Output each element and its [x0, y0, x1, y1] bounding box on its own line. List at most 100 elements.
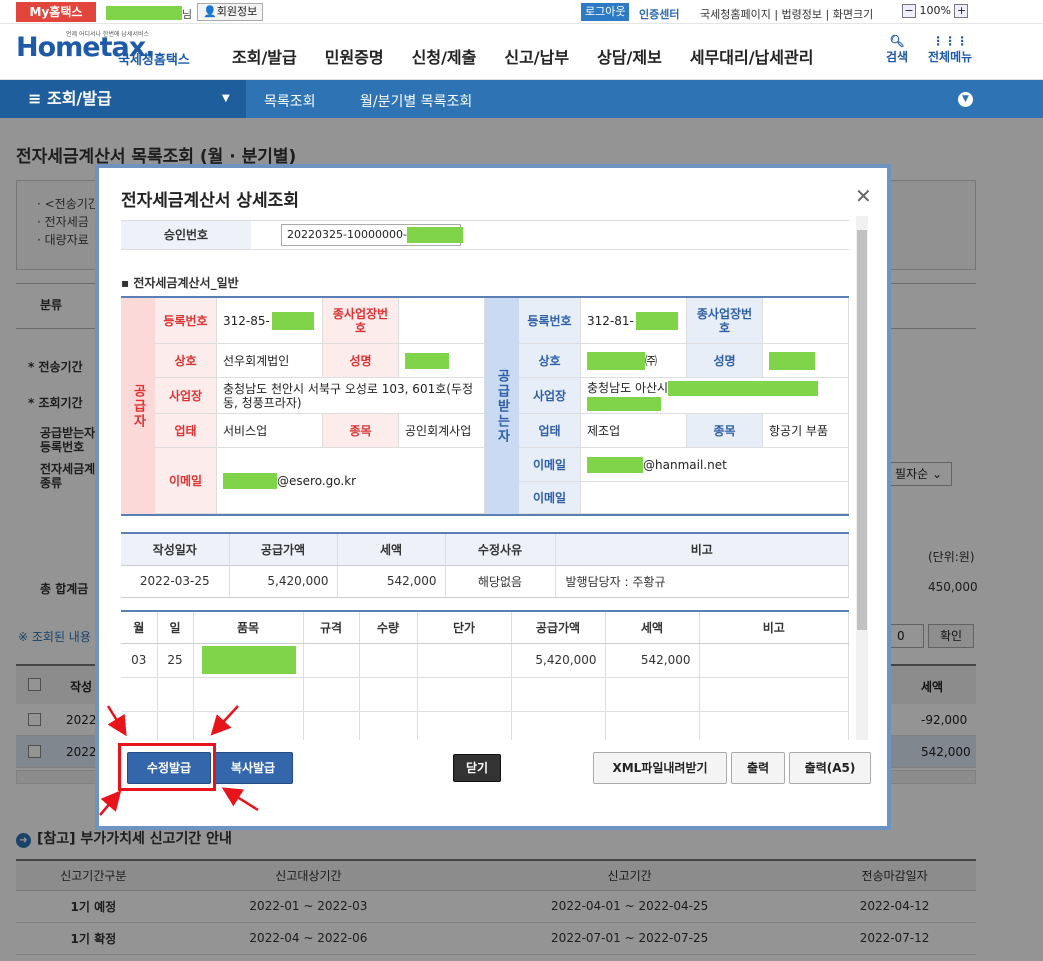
breadcrumb-item[interactable]: 목록조회: [264, 91, 316, 111]
copy-issue-button[interactable]: 복사발급: [213, 752, 293, 784]
approval-number: 20220325-10000000-: [287, 228, 407, 241]
redacted-block: [587, 456, 643, 473]
gnb-item[interactable]: 민원증명: [325, 44, 384, 68]
buyer-rep: [763, 344, 849, 378]
redacted-block: [635, 311, 678, 330]
buyer-business-type: 제조업: [581, 414, 687, 448]
gnb-item[interactable]: 상담/제보: [597, 44, 662, 68]
redacted-block: [668, 380, 819, 396]
logo-tagline: 언제 어디서나 한번에 납세서비스: [66, 31, 150, 38]
table-cell: [303, 643, 360, 678]
global-nav: 조회/발급 민원증명 신청/제출 신고/납부 상담/제보 세무대리/납세관리: [232, 44, 813, 68]
breadcrumb-item[interactable]: 월/분기별 목록조회: [360, 91, 472, 111]
table-row: [121, 677, 849, 712]
column-header: 수정사유: [445, 532, 556, 566]
redacted-block: [405, 352, 449, 369]
buyer-heading: 공급받는자: [485, 298, 519, 514]
main-header: 언제 어디서나 한번에 납세서비스 Hometax. 국세청홈택스 조회/발급 …: [0, 24, 1043, 80]
modal-scroll-area: 승인번호 20220325-10000000- ▪ 전자세금계산서_일반 공급자…: [121, 216, 871, 740]
table-cell: 2022-03-25: [121, 565, 230, 598]
column-header: 세액: [337, 532, 446, 566]
breadcrumb-nav: ≡ 조회/발급 ▼ 목록조회 월/분기별 목록조회 ▼: [0, 80, 1043, 118]
supplier-address: 충청남도 천안시 서북구 오성로 103, 601호(두정동, 청풍프라자): [217, 378, 485, 414]
email-domain: @hanmail.net: [643, 457, 727, 472]
field-label: 상호: [155, 344, 217, 378]
redacted-block: [406, 227, 463, 243]
redacted-block: [201, 646, 296, 674]
xml-download-button[interactable]: XML파일내려받기: [593, 752, 727, 784]
member-info-button[interactable]: 👤회원정보: [197, 3, 264, 21]
buyer-name: ㈜: [581, 344, 687, 378]
buyer-address: 충청남도 아산시: [581, 378, 849, 414]
gnb-item[interactable]: 조회/발급: [232, 44, 297, 68]
field-label: 이메일: [519, 482, 581, 514]
column-header: 공급가액: [229, 532, 338, 566]
redacted-user-name: [106, 6, 182, 20]
buyer-email-2: [581, 482, 849, 514]
all-menu-label: 전체메뉴: [928, 50, 973, 64]
column-header: 공급가액: [511, 610, 606, 644]
table-cell: [417, 643, 512, 678]
column-header: 일: [157, 610, 194, 644]
column-header: 세액: [605, 610, 700, 644]
table-cell: 542,000: [605, 643, 700, 678]
field-label: 성명: [687, 344, 763, 378]
item-name-cell: [193, 643, 304, 678]
print-button[interactable]: 출력: [731, 752, 785, 784]
zoom-in-button[interactable]: +: [954, 4, 969, 18]
modal-title: 전자세금계산서 상세조회: [121, 191, 299, 211]
nav-main-menu[interactable]: ≡ 조회/발급 ▼: [0, 80, 246, 118]
gnb-item[interactable]: 신청/제출: [412, 44, 477, 68]
approval-row: 승인번호 20220325-10000000-: [121, 220, 849, 250]
table-cell: 5,420,000: [511, 643, 606, 678]
redacted-block: [587, 351, 645, 370]
field-label: 업태: [155, 414, 217, 448]
summary-table: 작성일자 공급가액 세액 수정사유 비고 2022-03-25 5,420,00…: [121, 532, 849, 598]
gnb-item[interactable]: 세무대리/납세관리: [690, 44, 814, 68]
zoom-out-button[interactable]: −: [902, 4, 916, 18]
my-hometax-button[interactable]: My홈택스: [16, 2, 96, 22]
table-cell: [359, 643, 418, 678]
close-icon[interactable]: ✕: [855, 184, 872, 208]
buyer-reg-number: 312-81-: [581, 298, 687, 344]
top-utility-bar: My홈택스 님 👤회원정보 로그아웃 인증센터 국세청홈페이지 | 법령정보 |…: [0, 0, 1043, 24]
close-button[interactable]: 닫기: [453, 754, 501, 782]
table-cell: [699, 643, 849, 678]
items-table: 월 일 품목 규격 수량 단가 공급가액 세액 비고 03 25 5,420,0…: [121, 610, 849, 740]
field-label: 성명: [323, 344, 399, 378]
table-cell: 25: [157, 643, 194, 678]
logo-subtitle: 국세청홈택스: [118, 53, 190, 68]
supplier-sub-number: [399, 298, 485, 344]
section-title-text: 전자세금계산서_일반: [133, 276, 239, 290]
column-header: 품목: [193, 610, 304, 644]
search-icon: 🔍︎: [889, 34, 905, 48]
table-cell: 해당없음: [445, 565, 556, 598]
column-header: 비고: [699, 610, 849, 644]
chevron-down-icon[interactable]: ▼: [958, 92, 973, 107]
print-a5-button[interactable]: 출력(A5): [789, 752, 871, 784]
email-domain: @esero.go.kr: [277, 473, 357, 488]
table-row: 03 25 5,420,000 542,000: [121, 643, 849, 678]
table-row: [121, 711, 849, 740]
logout-button[interactable]: 로그아웃: [581, 3, 630, 21]
column-header: 수량: [359, 610, 418, 644]
approval-number-field[interactable]: 20220325-10000000-: [281, 224, 463, 246]
buyer-sub-number: [763, 298, 849, 344]
certificate-center-link[interactable]: 인증센터: [639, 6, 679, 22]
grid-icon: ⋮⋮⋮: [932, 34, 969, 48]
zoom-level: 100%: [919, 4, 951, 17]
supplier-name: 선우회계법인: [217, 344, 323, 378]
person-icon: 👤: [203, 5, 217, 18]
member-info-label: 회원정보: [216, 5, 258, 18]
hometax-logo[interactable]: 언제 어디서나 한번에 납세서비스 Hometax. 국세청홈택스: [16, 31, 190, 68]
column-header: 비고: [555, 532, 849, 566]
redacted-block: [587, 396, 661, 411]
all-menu-button[interactable]: ⋮⋮⋮ 전체메뉴: [928, 34, 972, 65]
redacted-block: [223, 472, 277, 489]
top-links[interactable]: 국세청홈페이지 | 법령정보 | 화면크기: [700, 6, 873, 22]
search-button[interactable]: 🔍︎ 검색: [886, 34, 908, 65]
column-header: 작성일자: [121, 532, 230, 566]
gnb-item[interactable]: 신고/납부: [504, 44, 569, 68]
user-name-suffix: 님: [182, 8, 193, 21]
search-label: 검색: [886, 50, 909, 64]
